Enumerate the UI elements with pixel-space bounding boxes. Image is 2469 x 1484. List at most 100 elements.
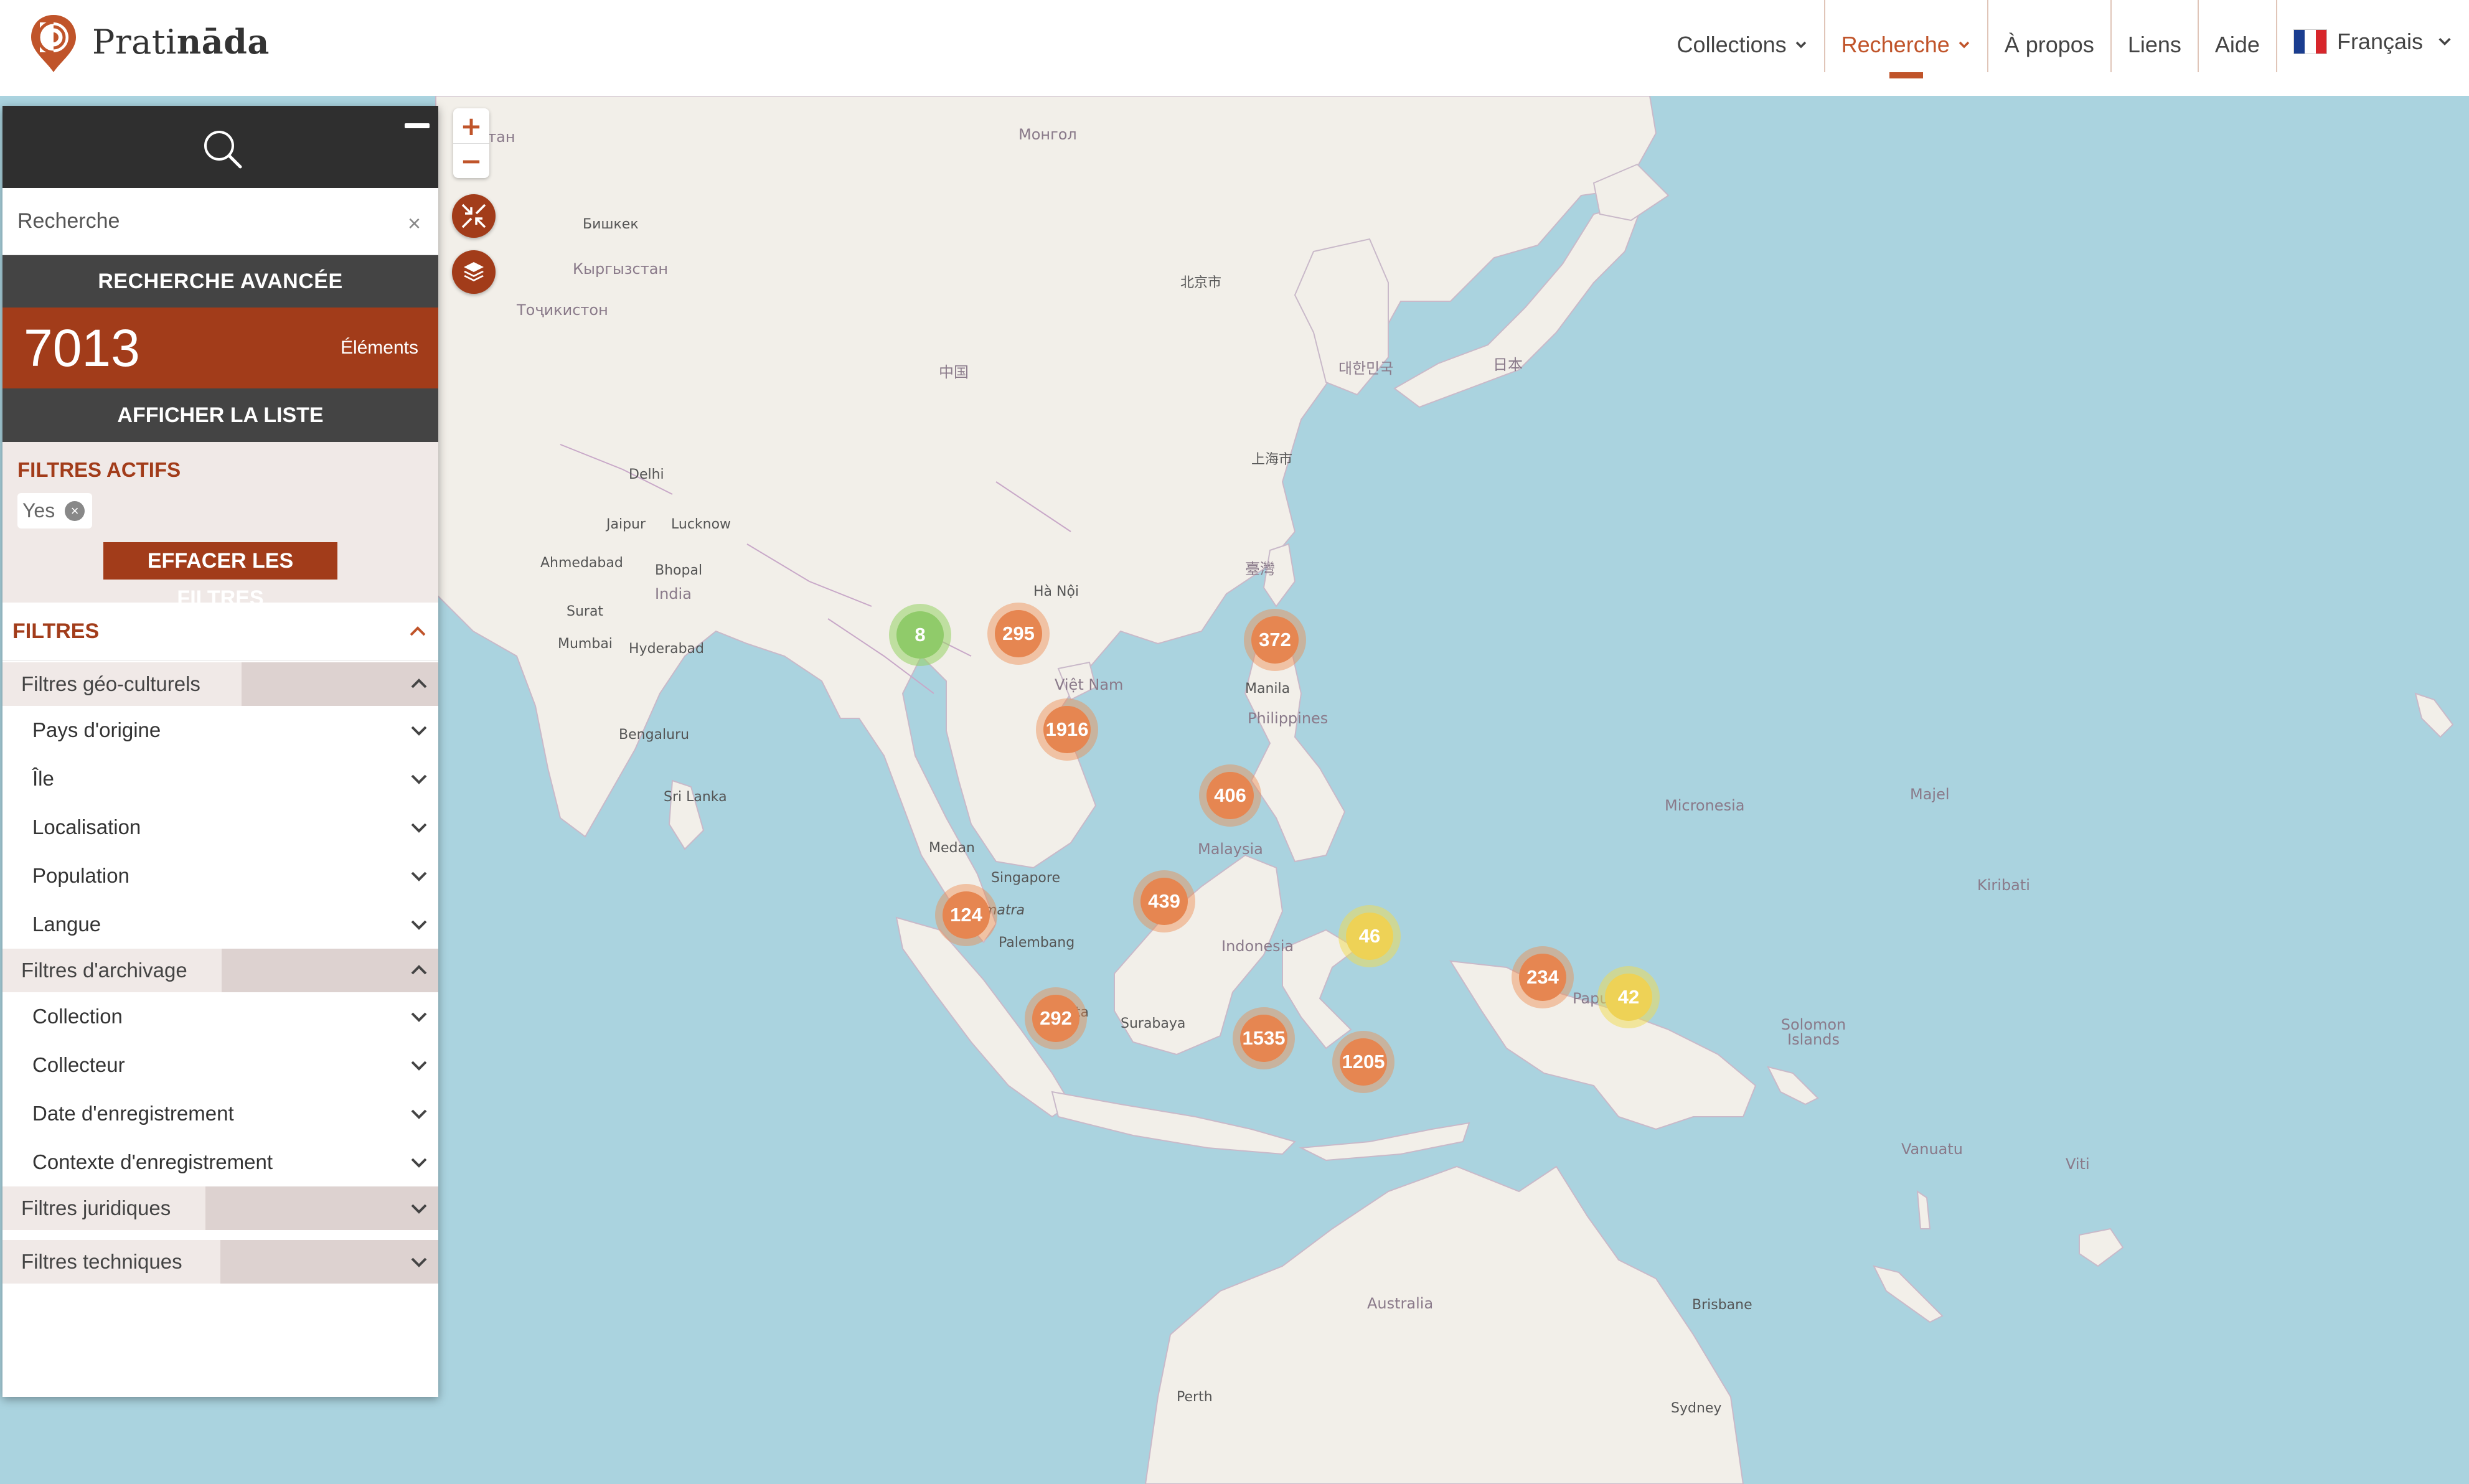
results-count: 7013 Éléments [2,308,438,388]
filter-item[interactable]: Île [2,754,438,803]
nav-recherche[interactable]: Recherche [1825,0,1988,78]
search-row: × [2,188,438,255]
cluster-count: 406 [1206,772,1254,819]
fit-bounds-button[interactable] [452,194,496,238]
filter-section-legal[interactable]: Filtres juridiques [2,1186,438,1230]
map-label-fiji: Viti [2066,1155,2090,1173]
collapse-sidebar-button[interactable] [405,123,430,128]
map-cluster[interactable]: 234 [1512,946,1574,1008]
search-input[interactable] [17,209,403,233]
map-label-korea: 대한민국 [1338,360,1394,377]
map-cluster[interactable]: 1916 [1036,698,1098,761]
site-name: Pratināda [92,22,270,62]
filter-item[interactable]: Contexte d'enregistrement [2,1138,438,1186]
map-label-medan: Medan [929,840,975,856]
chevron-up-icon [411,965,427,975]
show-list-button[interactable]: AFFICHER LA LISTE [2,388,438,442]
map-cluster[interactable]: 406 [1199,764,1261,827]
active-filters: FILTRES ACTIFS Yes × EFFACER LES FILTRES [2,442,438,610]
chevron-down-icon [411,1109,427,1119]
filter-section-label: Filtres d'archivage [2,949,222,992]
chevron-down-icon [411,823,427,833]
map-cluster[interactable]: 1205 [1332,1031,1394,1093]
site-logo[interactable]: Pratināda [27,12,270,75]
chevron-up-icon [411,679,427,688]
results-count-value: 7013 [24,318,140,377]
map-label-palembang: Palembang [999,935,1075,951]
map-label-micronesia: Micronesia [1665,797,1745,814]
map-cluster[interactable]: 439 [1133,870,1195,932]
filter-item-label: Collecteur [32,1053,125,1076]
map-label-sydney: Sydney [1671,1401,1722,1416]
chevron-down-icon [411,871,427,881]
map-cluster[interactable]: 8 [889,604,951,666]
filter-item[interactable]: Collection [2,992,438,1041]
filter-section-geo[interactable]: Filtres géo-culturels [2,662,438,706]
chevron-down-icon [411,1061,427,1071]
map-cluster[interactable]: 295 [987,603,1050,665]
map-label-kiribati: Kiribati [1977,876,2030,894]
land-australia [1144,1165,1744,1484]
land-hawaii [2414,692,2454,738]
map-cluster[interactable]: 1535 [1233,1007,1295,1069]
map-label-majuro: Majel [1910,786,1950,803]
map-label-japan: 日本 [1493,356,1523,373]
clear-filters-button[interactable]: EFFACER LES FILTRES [103,542,337,610]
clear-search-icon[interactable]: × [408,210,421,237]
map-cluster[interactable]: 292 [1025,987,1087,1050]
zoom-in-button[interactable]: + [453,108,489,143]
filter-section-archive[interactable]: Filtres d'archivage [2,949,438,992]
zoom-out-button[interactable]: − [453,143,489,178]
zoom-control: + − [453,108,489,178]
filter-item-label: Population [32,864,129,887]
sidebar-header [2,106,438,188]
site-header: Pratināda Collections Recherche À propos… [0,0,2469,96]
search-icon[interactable] [200,127,244,171]
logo-pin-icon [31,15,76,72]
land-philippines [1244,636,1346,863]
layers-icon [464,262,484,281]
map-label-beijing: 北京市 [1180,275,1222,291]
map-label-manila: Manila [1245,681,1291,697]
filter-item[interactable]: Population [2,852,438,900]
map-label-singapore: Singapore [991,870,1060,886]
filter-section-technical[interactable]: Filtres techniques [2,1240,438,1284]
active-filter-chip-label: Yes [22,499,55,522]
nav-collections[interactable]: Collections [1661,0,1825,72]
filter-section-label: Filtres juridiques [2,1186,205,1230]
map-label-mumbai: Mumbai [558,636,613,652]
nav-collections-label: Collections [1677,32,1787,57]
filter-item[interactable]: Langue [2,900,438,949]
map-label-lucknow: Lucknow [671,517,731,532]
filter-item[interactable]: Localisation [2,803,438,852]
map-label-perth: Perth [1177,1389,1213,1405]
map-cluster[interactable]: 46 [1338,905,1401,967]
nav-liens[interactable]: Liens [2112,0,2199,72]
filter-item[interactable]: Date d'enregistrement [2,1089,438,1138]
search-sidebar: × RECHERCHE AVANCÉE 7013 Éléments AFFICH… [2,106,438,1397]
remove-filter-icon[interactable]: × [65,500,85,521]
collapse-arrows-icon [461,204,486,228]
filter-item[interactable]: Collecteur [2,1041,438,1089]
map-cluster[interactable]: 124 [935,884,997,946]
chevron-down-icon [411,920,427,930]
nav-apropos-label: À propos [2004,32,2094,57]
map-label-vietnam: Việt Nam [1055,676,1124,693]
map-cluster[interactable]: 372 [1244,609,1306,671]
advanced-search-button[interactable]: RECHERCHE AVANCÉE [2,255,438,308]
map-label-jaipur: Jaipur [606,517,646,532]
cluster-count: 42 [1605,974,1652,1021]
map-label-mongolia: Монгол [1018,126,1077,143]
map-label-srilanka: Sri Lanka [664,789,727,805]
language-selector[interactable]: Français [2277,0,2469,83]
nav-apropos[interactable]: À propos [1988,0,2112,72]
land-java [1051,1091,1296,1155]
filter-item[interactable]: Pays d'origine [2,706,438,754]
filter-item-label: Localisation [32,815,141,838]
nav-aide-label: Aide [2214,32,2260,57]
map-cluster[interactable]: 42 [1597,966,1660,1028]
results-count-label: Éléments [340,337,418,358]
layers-button[interactable] [452,250,496,294]
nav-aide[interactable]: Aide [2199,0,2277,72]
